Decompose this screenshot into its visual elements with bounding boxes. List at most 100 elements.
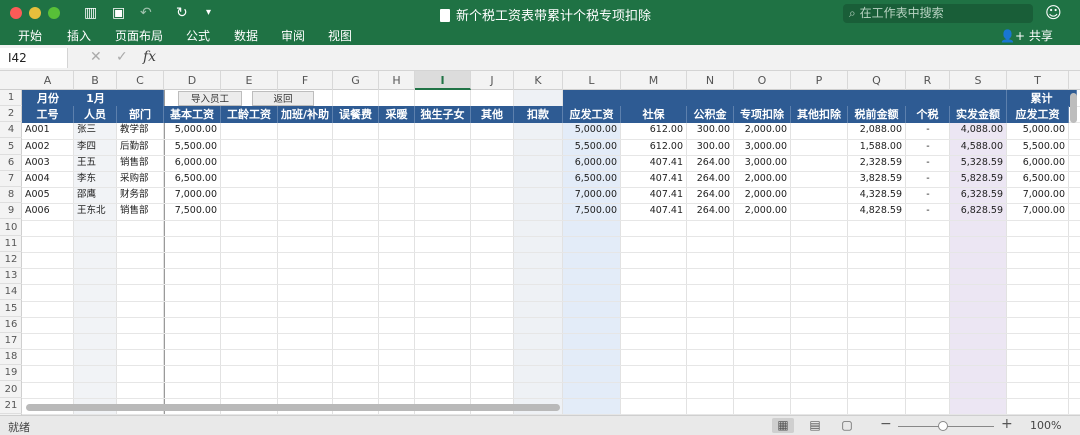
- column-header-o[interactable]: O: [734, 71, 791, 90]
- row-header-12[interactable]: 12: [0, 252, 22, 268]
- cell-tax[interactable]: -: [906, 139, 950, 155]
- cell-pretax[interactable]: 1,588.00: [848, 139, 906, 155]
- row-header-20[interactable]: 20: [0, 382, 22, 398]
- cell-base[interactable]: 5,500.00: [164, 139, 221, 155]
- cell-dept[interactable]: 销售部: [117, 203, 164, 219]
- redo-icon[interactable]: ↻: [176, 4, 188, 22]
- cell-name[interactable]: 张三: [74, 122, 117, 138]
- cell-gross[interactable]: 7,500.00: [563, 203, 621, 219]
- row-header-14[interactable]: 14: [0, 284, 22, 301]
- cell-name[interactable]: 李东: [74, 171, 117, 187]
- minimize-window-button[interactable]: [29, 7, 41, 19]
- column-header-n[interactable]: N: [687, 71, 734, 90]
- cell-dept[interactable]: 采购部: [117, 171, 164, 187]
- column-header-t[interactable]: T: [1007, 71, 1069, 90]
- back-button[interactable]: 返回: [252, 91, 314, 106]
- cell-id[interactable]: A004: [22, 171, 74, 187]
- horizontal-scrollbar[interactable]: [26, 404, 560, 411]
- tab-page-layout[interactable]: 页面布局: [115, 27, 163, 44]
- customize-icon[interactable]: ▾: [206, 4, 211, 22]
- column-header-f[interactable]: F: [278, 71, 333, 90]
- cell-tax[interactable]: -: [906, 155, 950, 171]
- cell-special[interactable]: 2,000.00: [734, 122, 791, 138]
- column-header-s[interactable]: S: [950, 71, 1007, 90]
- column-header-r[interactable]: R: [906, 71, 950, 90]
- cell-tax[interactable]: -: [906, 203, 950, 219]
- cell-fund[interactable]: 264.00: [687, 171, 734, 187]
- row-header-11[interactable]: 11: [0, 236, 22, 252]
- column-header-d[interactable]: D: [164, 71, 221, 90]
- cell-tax[interactable]: -: [906, 187, 950, 203]
- cell-dept[interactable]: 教学部: [117, 122, 164, 138]
- row-header-13[interactable]: 13: [0, 268, 22, 285]
- cell-base[interactable]: 6,500.00: [164, 171, 221, 187]
- cell-id[interactable]: A001: [22, 122, 74, 138]
- zoom-slider-handle[interactable]: [938, 421, 948, 431]
- cell-social[interactable]: 407.41: [621, 171, 687, 187]
- column-header-c[interactable]: C: [117, 71, 164, 90]
- cell-base[interactable]: 7,000.00: [164, 187, 221, 203]
- column-header-j[interactable]: J: [471, 71, 514, 90]
- zoom-in-button[interactable]: +: [1001, 416, 1013, 432]
- cell-special[interactable]: 2,000.00: [734, 171, 791, 187]
- cell-social[interactable]: 407.41: [621, 187, 687, 203]
- cell-pretax[interactable]: 4,328.59: [848, 187, 906, 203]
- cell-gross[interactable]: 5,000.00: [563, 122, 621, 138]
- smiley-icon[interactable]: ☺: [1045, 3, 1062, 22]
- row-header-1[interactable]: 1: [0, 90, 22, 106]
- cell-name[interactable]: 王东北: [74, 203, 117, 219]
- column-header-e[interactable]: E: [221, 71, 278, 90]
- row-header-18[interactable]: 18: [0, 349, 22, 366]
- import-employees-button[interactable]: 导入员工: [178, 91, 242, 106]
- cell-pretax[interactable]: 2,328.59: [848, 155, 906, 171]
- cell-social[interactable]: 612.00: [621, 122, 687, 138]
- undo-icon[interactable]: ↶: [140, 4, 152, 22]
- search-input[interactable]: ⌕ 在工作表中搜索: [843, 4, 1033, 23]
- cell-base[interactable]: 6,000.00: [164, 155, 221, 171]
- cell-special[interactable]: 3,000.00: [734, 155, 791, 171]
- column-header-m[interactable]: M: [621, 71, 687, 90]
- row-header-6[interactable]: 6: [0, 155, 22, 171]
- cell-name[interactable]: 邵鹰: [74, 187, 117, 203]
- cell-fund[interactable]: 300.00: [687, 122, 734, 138]
- cell-dept[interactable]: 财务部: [117, 187, 164, 203]
- column-header-q[interactable]: Q: [848, 71, 906, 90]
- cell-cum_gross[interactable]: 6,000.00: [1007, 155, 1069, 171]
- enter-icon[interactable]: ✓: [116, 49, 128, 65]
- cell-gross[interactable]: 6,500.00: [563, 171, 621, 187]
- column-header-l[interactable]: L: [563, 71, 621, 90]
- cell-id[interactable]: A005: [22, 187, 74, 203]
- cell-gross[interactable]: 7,000.00: [563, 187, 621, 203]
- row-header-15[interactable]: 15: [0, 301, 22, 317]
- cell-gross[interactable]: 5,500.00: [563, 139, 621, 155]
- row-header-10[interactable]: 10: [0, 220, 22, 236]
- cell-special[interactable]: 2,000.00: [734, 187, 791, 203]
- cell-id[interactable]: A002: [22, 139, 74, 155]
- row-header-7[interactable]: 7: [0, 171, 22, 187]
- column-header-b[interactable]: B: [74, 71, 117, 90]
- cell-cum_gross[interactable]: 7,000.00: [1007, 187, 1069, 203]
- cell-fund[interactable]: 264.00: [687, 203, 734, 219]
- cell-social[interactable]: 612.00: [621, 139, 687, 155]
- tab-formulas[interactable]: 公式: [186, 27, 210, 44]
- cell-tax[interactable]: -: [906, 171, 950, 187]
- tab-view[interactable]: 视图: [328, 27, 352, 44]
- cell-fund[interactable]: 300.00: [687, 139, 734, 155]
- cell-cum_gross[interactable]: 6,500.00: [1007, 171, 1069, 187]
- row-header-21[interactable]: 21: [0, 398, 22, 414]
- normal-view-icon[interactable]: ▦: [772, 418, 794, 433]
- cell-fund[interactable]: 264.00: [687, 187, 734, 203]
- cell-fund[interactable]: 264.00: [687, 155, 734, 171]
- cell-social[interactable]: 407.41: [621, 155, 687, 171]
- column-header-k[interactable]: K: [514, 71, 563, 90]
- column-header-g[interactable]: G: [333, 71, 379, 90]
- cell-name[interactable]: 王五: [74, 155, 117, 171]
- cell-cum_gross[interactable]: 5,000.00: [1007, 122, 1069, 138]
- cell-base[interactable]: 7,500.00: [164, 203, 221, 219]
- cell-net[interactable]: 5,828.59: [950, 171, 1007, 187]
- cell-gross[interactable]: 6,000.00: [563, 155, 621, 171]
- page-break-view-icon[interactable]: ▢: [836, 418, 858, 433]
- sidebar-toggle-icon[interactable]: ▥: [84, 4, 97, 22]
- cell-pretax[interactable]: 2,088.00: [848, 122, 906, 138]
- row-header-9[interactable]: 9: [0, 203, 22, 220]
